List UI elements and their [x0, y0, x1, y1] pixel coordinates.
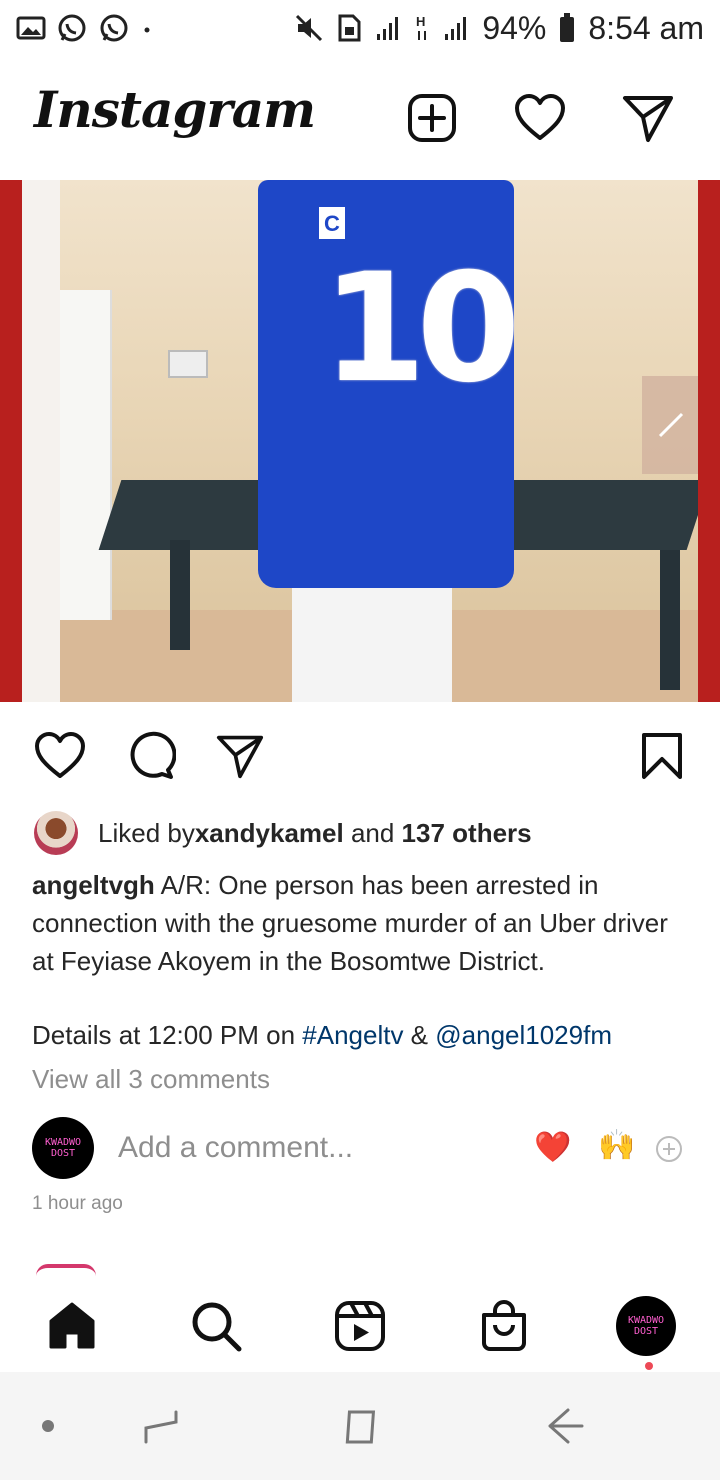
battery-icon	[560, 13, 575, 42]
comment-icon	[130, 731, 176, 779]
activity-button[interactable]	[512, 90, 568, 146]
whatsapp-icon	[100, 14, 128, 42]
captain-patch: C	[316, 204, 348, 242]
like-icon	[35, 732, 85, 778]
post-caption: angeltvgh A/R: One person has been arres…	[32, 866, 692, 980]
h-network-icon: H	[416, 14, 427, 40]
heart-emoji-button[interactable]: ❤️	[534, 1130, 571, 1165]
home-button[interactable]	[334, 1398, 394, 1454]
post-timestamp: 1 hour ago	[32, 1193, 123, 1214]
plus-circle-icon	[656, 1136, 682, 1162]
back-arrow-icon	[548, 1408, 584, 1444]
dot-icon	[42, 1420, 54, 1432]
hashtag-link[interactable]: #Angeltv	[302, 1020, 403, 1050]
view-all-comments-link[interactable]: View all 3 comments	[32, 1064, 270, 1095]
heart-icon	[515, 94, 565, 140]
details-amp: &	[403, 1020, 436, 1050]
sim-icon	[338, 14, 361, 42]
status-left-icons	[16, 12, 154, 44]
nav-profile[interactable]: KWADWO DOST	[614, 1294, 678, 1358]
whatsapp-icon	[58, 14, 86, 42]
shop-icon	[482, 1300, 526, 1351]
bottom-nav: KWADWO DOST	[0, 1286, 720, 1368]
avatar-text-line1: KWADWO	[44, 1137, 82, 1148]
profile-avatar-line1: KWADWO	[627, 1315, 665, 1326]
more-emoji-button[interactable]	[654, 1134, 684, 1169]
home-icon	[49, 1302, 95, 1349]
nav-reels[interactable]	[328, 1294, 392, 1358]
post-actions	[0, 720, 720, 790]
mute-icon	[296, 14, 323, 42]
comment-input[interactable]: Add a comment...	[118, 1131, 353, 1165]
like-button[interactable]	[32, 728, 88, 784]
share-icon	[216, 735, 264, 779]
status-right-icons: H 94% 8:54 am	[294, 10, 704, 47]
new-post-button[interactable]	[404, 90, 460, 146]
post-username[interactable]: angeltvgh	[32, 870, 155, 900]
recents-button[interactable]	[132, 1398, 192, 1454]
profile-avatar: KWADWO DOST	[616, 1296, 676, 1356]
reels-icon	[335, 1301, 385, 1351]
bookmark-icon	[642, 733, 682, 779]
notification-dot	[645, 1362, 653, 1370]
save-button[interactable]	[634, 728, 690, 784]
comment-button[interactable]	[122, 728, 178, 784]
avatar-text-line2: DOST	[50, 1148, 76, 1159]
share-button[interactable]	[212, 728, 268, 784]
recents-icon	[144, 1410, 178, 1444]
mention-link[interactable]: @angel1029fm	[435, 1020, 612, 1050]
details-prefix: Details at 12:00 PM on	[32, 1020, 303, 1050]
raised-hands-emoji-button[interactable]: 🙌	[598, 1128, 635, 1163]
direct-message-icon	[623, 96, 673, 142]
nav-search[interactable]	[184, 1294, 248, 1358]
back-button[interactable]	[534, 1398, 594, 1454]
status-bar: H 94% 8:54 am	[0, 0, 720, 56]
post-image[interactable]: C 10	[0, 180, 720, 702]
dot-button[interactable]	[18, 1398, 78, 1454]
profile-avatar-line2: DOST	[633, 1326, 659, 1337]
svg-text:H: H	[416, 14, 425, 29]
user-avatar: KWADWO DOST	[32, 1117, 94, 1179]
dot-icon	[144, 27, 150, 33]
add-comment-row: KWADWO DOST Add a comment...	[32, 1116, 692, 1180]
likes-prefix: Liked by	[98, 817, 195, 848]
liked-by-user[interactable]: xandykamel	[195, 818, 344, 849]
system-nav-bar	[0, 1372, 720, 1480]
signal-icon	[445, 17, 467, 40]
new-post-icon	[408, 94, 456, 142]
nav-shop[interactable]	[472, 1294, 536, 1358]
top-bar: Instagram	[0, 70, 720, 170]
scroll-up-tab[interactable]	[642, 376, 698, 474]
jersey-number: 10	[322, 242, 521, 416]
clock: 8:54 am	[588, 9, 704, 46]
chevron-up-icon	[658, 412, 684, 438]
likes-row[interactable]: Liked by xandykamel and 137 others	[34, 808, 532, 858]
search-icon	[192, 1302, 242, 1352]
home-square-icon	[345, 1410, 376, 1444]
direct-messages-button[interactable]	[620, 90, 676, 146]
signal-icon	[377, 17, 399, 40]
caption-details: Details at 12:00 PM on #Angeltv & @angel…	[32, 1016, 612, 1054]
instagram-logo[interactable]: Instagram	[34, 80, 316, 139]
gallery-icon	[16, 16, 46, 40]
nav-home[interactable]	[40, 1294, 104, 1358]
likes-others[interactable]: 137 others	[402, 818, 532, 849]
battery-percent: 94%	[482, 9, 547, 46]
likes-middle: and	[343, 817, 402, 848]
next-post-avatar[interactable]	[36, 1264, 96, 1276]
liker-avatar	[34, 811, 78, 855]
